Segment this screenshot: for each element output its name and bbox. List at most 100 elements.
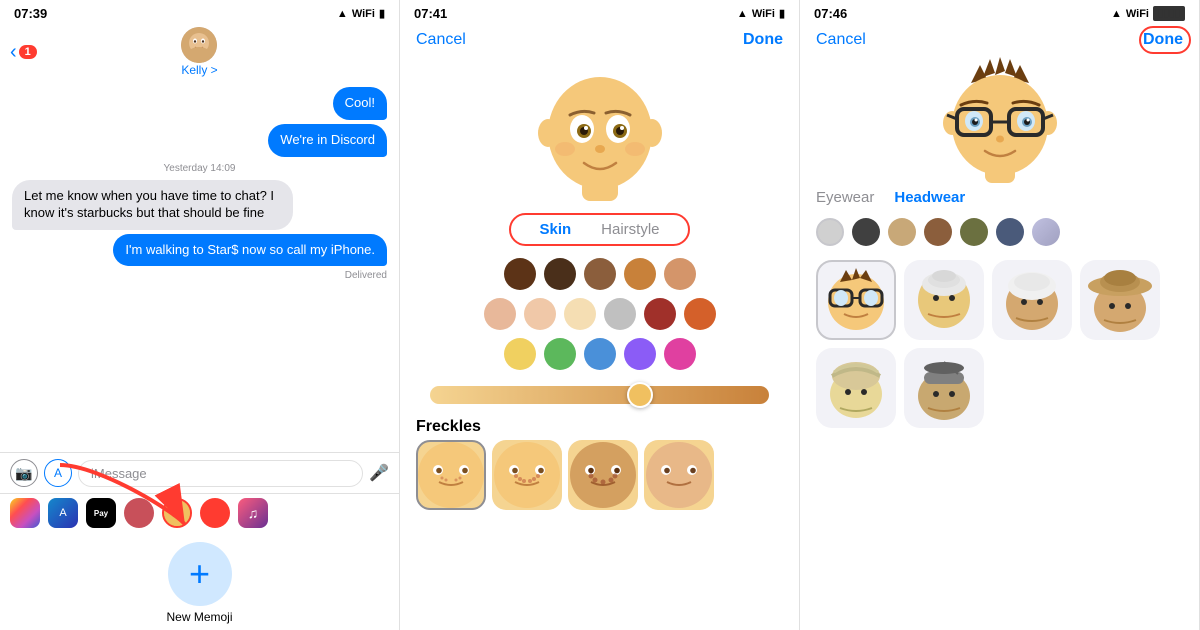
tab-headwear[interactable]: Headwear: [894, 189, 965, 206]
signal-icon: ▲: [337, 8, 348, 20]
freckle-option-2[interactable]: [492, 440, 562, 510]
slider-thumb[interactable]: [627, 382, 653, 408]
freckle-option-3[interactable]: [568, 440, 638, 510]
headwear-option-5[interactable]: [816, 348, 896, 428]
wifi-icon-2: WiFi: [752, 8, 775, 20]
bald-memoji-svg: [530, 61, 670, 201]
arrow-overlay: [40, 455, 200, 540]
ew-color-navy[interactable]: [996, 218, 1024, 246]
freckle-option-4[interactable]: [644, 440, 714, 510]
tab-eyewear[interactable]: Eyewear: [816, 189, 874, 206]
headwear-option-3[interactable]: [992, 260, 1072, 340]
panel3-tab-nav: Eyewear Headwear: [800, 183, 1199, 212]
battery-icon: ▮: [379, 7, 385, 20]
color-cream[interactable]: [564, 298, 596, 330]
tab-hairstyle[interactable]: Hairstyle: [601, 221, 659, 238]
color-light-peach[interactable]: [524, 298, 556, 330]
headwear-glasses-svg: [818, 262, 894, 338]
ew-color-more[interactable]: [1032, 218, 1060, 246]
skin-tone-slider[interactable]: [430, 384, 769, 406]
tab-skin[interactable]: Skin: [539, 221, 571, 238]
ew-color-tan[interactable]: [888, 218, 916, 246]
nav-bar-1: ‹ 1 Kelly >: [0, 23, 399, 83]
slider-track: [430, 386, 769, 404]
back-button[interactable]: ‹ 1: [10, 41, 37, 64]
mic-icon[interactable]: 🎤: [369, 463, 389, 483]
contact-header[interactable]: Kelly >: [181, 27, 217, 77]
color-orange[interactable]: [684, 298, 716, 330]
headwear-option-2[interactable]: [904, 260, 984, 340]
new-memoji-button[interactable]: +: [168, 542, 232, 606]
color-blue[interactable]: [584, 338, 616, 370]
headwear-grid: [800, 252, 1199, 436]
color-dark-brown[interactable]: [504, 258, 536, 290]
new-memoji-label: New Memoji: [166, 610, 232, 624]
camera-icon[interactable]: 📷: [10, 459, 38, 487]
color-silver[interactable]: [604, 298, 636, 330]
time-2: 07:41: [414, 6, 447, 21]
color-yellow[interactable]: [504, 338, 536, 370]
headwear-turban-svg: [818, 350, 894, 426]
headwear-cap-svg: [906, 350, 982, 426]
freckle-face-1: [418, 442, 484, 508]
memoji-preview-3: [930, 53, 1070, 183]
music-app-icon[interactable]: ♫: [238, 498, 268, 528]
panel-imessage: 07:39 ▲ WiFi ▮ ‹ 1: [0, 0, 400, 630]
back-badge: 1: [19, 45, 37, 59]
battery-icon-3: ▮▮▮▮: [1153, 6, 1185, 21]
color-peach[interactable]: [484, 298, 516, 330]
color-green[interactable]: [544, 338, 576, 370]
ew-color-brown[interactable]: [924, 218, 952, 246]
status-icons-1: ▲ WiFi ▮: [337, 7, 385, 20]
avatar-image: [181, 27, 217, 63]
editor-nav-2: Cancel Done: [400, 23, 799, 53]
memoji-preview-2: [530, 61, 670, 201]
message-discord: We're in Discord: [268, 124, 387, 157]
avatar: [181, 27, 217, 63]
freckle-face-4: [646, 442, 712, 508]
headwear-option-6[interactable]: [904, 348, 984, 428]
color-medium-brown[interactable]: [584, 258, 616, 290]
cancel-button-2[interactable]: Cancel: [416, 31, 466, 49]
status-icons-2: ▲ WiFi ▮: [737, 7, 785, 20]
status-bar-3: 07:46 ▲ WiFi ▮▮▮▮: [800, 0, 1199, 23]
wifi-icon: WiFi: [352, 8, 375, 20]
message-starbucks: Let me know when you have time to chat? …: [12, 180, 293, 230]
headwear-option-4[interactable]: [1080, 260, 1160, 340]
wifi-icon-3: WiFi: [1126, 8, 1149, 20]
done-button-2[interactable]: Done: [743, 31, 783, 49]
color-light-tan[interactable]: [664, 258, 696, 290]
headwear-option-1[interactable]: [816, 260, 896, 340]
glasses-memoji-svg: [935, 53, 1065, 183]
ew-color-dark[interactable]: [852, 218, 880, 246]
new-memoji-section: + New Memoji: [0, 532, 399, 630]
headwear-hat2-svg: [994, 262, 1070, 338]
signal-icon-2: ▲: [737, 8, 748, 20]
contact-name: Kelly >: [181, 63, 217, 77]
headwear-cowboy-svg: [1082, 262, 1158, 338]
ew-color-olive[interactable]: [960, 218, 988, 246]
photos-app-icon[interactable]: [10, 498, 40, 528]
arrow-svg: [40, 455, 200, 535]
done-circle-highlight: [1139, 26, 1191, 54]
ew-color-gray[interactable]: [816, 218, 844, 246]
color-pink[interactable]: [664, 338, 696, 370]
color-dark-brown2[interactable]: [544, 258, 576, 290]
status-icons-3: ▲ WiFi ▮▮▮▮: [1111, 6, 1185, 21]
tab-selector: Skin Hairstyle: [509, 213, 689, 246]
color-tan[interactable]: [624, 258, 656, 290]
status-bar-1: 07:39 ▲ WiFi ▮: [0, 0, 399, 23]
freckle-face-2: [494, 442, 560, 508]
status-bar-2: 07:41 ▲ WiFi ▮: [400, 0, 799, 23]
color-red[interactable]: [644, 298, 676, 330]
signal-icon-3: ▲: [1111, 8, 1122, 20]
freckle-face-3: [570, 442, 636, 508]
color-grid: [400, 250, 799, 378]
freckle-option-1[interactable]: [416, 440, 486, 510]
battery-icon-2: ▮: [779, 7, 785, 20]
chat-area: Cool! We're in Discord Yesterday 14:09 L…: [0, 83, 399, 452]
time-3: 07:46: [814, 6, 847, 21]
color-purple[interactable]: [624, 338, 656, 370]
cancel-button-3[interactable]: Cancel: [816, 31, 866, 49]
red-app-icon[interactable]: [200, 498, 230, 528]
